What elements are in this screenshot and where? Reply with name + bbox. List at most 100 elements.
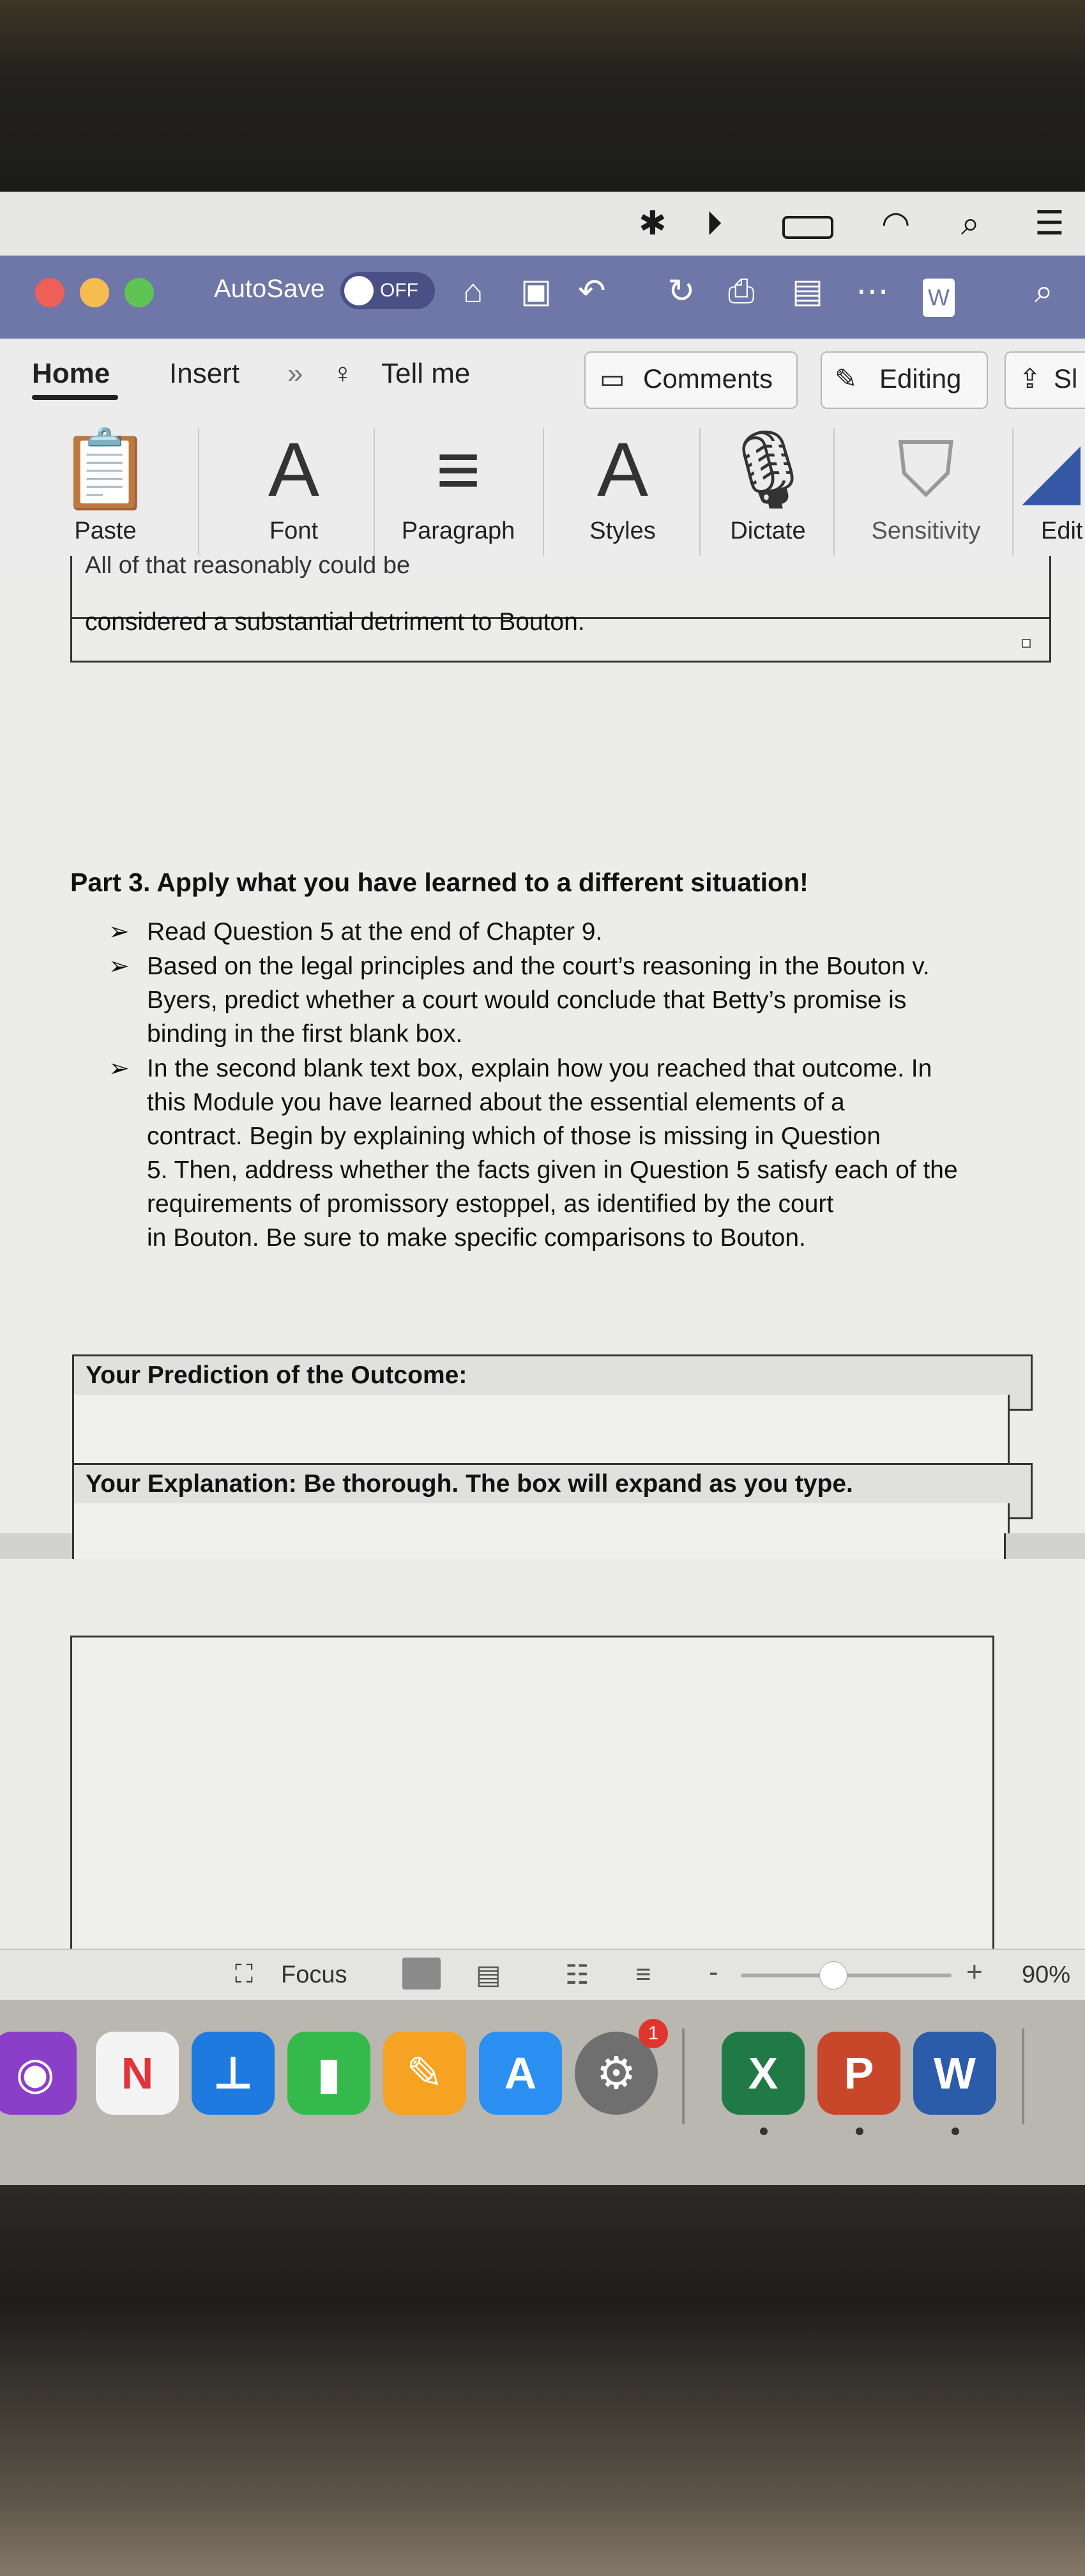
toggle-knob [344,276,374,305]
app-store-icon[interactable]: A [479,2032,562,2115]
zoom-in-button[interactable]: + [966,1956,983,1988]
draft-icon[interactable]: ≡ [635,1959,651,1989]
styles-icon: A [596,427,649,512]
dictate-group[interactable]: 🎙 Dictate [709,422,827,562]
editing-label: Editing [879,364,962,394]
divider [1012,428,1013,556]
sensitivity-icon: ⛉ [897,427,955,512]
format-icon[interactable]: ▤ [792,272,823,310]
outline-icon[interactable]: ☷ [565,1959,589,1990]
pages-icon[interactable]: ✎ [383,2032,466,2115]
tab-insert[interactable]: Insert [169,358,239,390]
divider [699,428,701,556]
editor-group[interactable]: ◢ Edit [1022,422,1085,562]
paste-label: Paste [74,518,137,544]
prediction-input-cell[interactable] [72,1395,1010,1467]
play-icon[interactable]: ⏵ [706,203,722,244]
share-label: Sl [1054,364,1078,394]
font-group[interactable]: A Font [217,422,370,562]
divider [543,428,544,556]
bluetooth-icon[interactable]: ✱ [639,203,667,244]
title-bar: AutoSave OFF ⌂ ▣ ↶ ↻ ⎙ ▤ ⋯ W ⌕ [0,256,1085,339]
dock: ◉ N ⊥ ▮ ✎ A ⚙ 1 X P W [0,2000,1085,2185]
home-icon[interactable]: ⌂ [463,272,483,310]
zoom-slider-thumb[interactable] [819,1961,847,1989]
styles-group[interactable]: A Styles [556,422,690,562]
close-button[interactable] [35,278,64,307]
paragraph-label: Paragraph [401,518,515,544]
table-resize-handle[interactable] [1022,639,1031,648]
dock-divider [1022,2028,1024,2124]
wifi-icon[interactable]: ◠ [881,203,910,244]
running-indicator [952,2128,959,2135]
list-item-text: In the second blank text box, explain ho… [147,1055,958,1252]
comments-button[interactable]: ▭ Comments [584,351,798,409]
word-icon[interactable]: W [913,2032,996,2115]
powerpoint-icon[interactable]: P [817,2032,900,2115]
active-tab-indicator [32,395,118,400]
microphone-icon: 🎙 [719,427,817,512]
print-layout-icon[interactable] [402,1958,441,1989]
lightbulb-icon: ♀ [332,358,353,389]
photo-bezel-bottom [0,2185,1085,2576]
editing-button[interactable]: ✎ Editing [821,351,988,409]
autosave-state: OFF [380,280,418,301]
focus-icon[interactable]: ⛶ [235,1960,253,1989]
paste-group[interactable]: 📋 Paste [26,422,185,562]
running-indicator [760,2128,768,2135]
more-icon[interactable]: ⋯ [856,272,889,310]
editor-label: Edit [1041,518,1083,544]
search-icon[interactable]: ⌕ [1035,272,1053,310]
web-layout-icon[interactable]: ▤ [476,1959,501,1990]
ribbon: Home Insert » ♀ Tell me ▭ Comments ✎ Edi… [0,339,1085,575]
arrow-bullet-icon: ➢ [109,953,130,980]
paragraph-group[interactable]: ≡ Paragraph [386,422,530,562]
share-button[interactable]: ⇪ Sl [1005,351,1085,409]
zoom-out-button[interactable]: - [709,1956,718,1988]
news-icon[interactable]: N [96,2032,179,2115]
redo-icon[interactable]: ↻ [667,272,695,310]
search-icon[interactable]: ⌕ [961,203,980,244]
podcasts-icon[interactable]: ◉ [0,2032,77,2115]
part3-heading: Part 3. Apply what you have learned to a… [70,868,808,897]
tab-tell-me[interactable]: Tell me [381,358,470,390]
word-doc-icon[interactable]: W [923,279,955,317]
styles-label: Styles [589,518,656,544]
tab-home[interactable]: Home [32,358,110,390]
undo-icon[interactable]: ↶ [578,272,606,310]
zoom-button[interactable] [125,278,154,307]
screen: ✱ ⏵ ◠ ⌕ ☰ AutoSave OFF ⌂ ▣ ↶ ↻ ⎙ ▤ ⋯ W ⌕… [0,192,1085,2185]
divider [833,428,835,556]
font-icon: A [268,427,320,512]
keynote-icon[interactable]: ⊥ [192,2032,275,2115]
excel-icon[interactable]: X [722,2032,805,2115]
share-icon: ⇪ [1019,364,1042,394]
focus-label[interactable]: Focus [281,1961,347,1989]
sensitivity-group[interactable]: ⛉ Sensitivity [849,422,1003,562]
previous-table-cell-last[interactable]: considered a substantial detriment to Bo… [70,601,1051,663]
print-icon[interactable]: ⎙ [728,272,755,310]
zoom-level: 90% [1022,1961,1071,1988]
menu-bar: ✱ ⏵ ◠ ⌕ ☰ [0,192,1085,256]
font-label: Font [269,518,319,544]
clipboard-icon: 📋 [57,427,153,512]
previous-table-text: considered a substantial detriment to Bo… [85,608,585,636]
battery-icon[interactable] [782,216,833,239]
numbers-icon[interactable]: ▮ [287,2032,370,2115]
save-icon[interactable]: ▣ [520,272,552,310]
list-item-text: Read Question 5 at the end of Chapter 9. [147,918,603,946]
sensitivity-label: Sensitivity [871,518,981,544]
control-center-icon[interactable]: ☰ [1035,203,1065,244]
list-item-text: Based on the legal principles and the co… [147,953,930,1048]
explanation-input-cell[interactable] [72,1503,1010,1533]
divider [198,428,199,556]
chevron-right-icon[interactable]: » [287,358,303,390]
comment-icon: ▭ [600,364,625,394]
previous-table-partial-text: All of that reasonably could be [85,556,411,579]
autosave-toggle[interactable]: OFF [340,272,435,309]
photo-bezel-top [0,0,1085,192]
arrow-bullet-icon: ➢ [109,918,130,946]
minimize-button[interactable] [80,278,109,307]
autosave-label: AutoSave [214,275,325,303]
editor-icon: ◢ [1022,427,1081,512]
